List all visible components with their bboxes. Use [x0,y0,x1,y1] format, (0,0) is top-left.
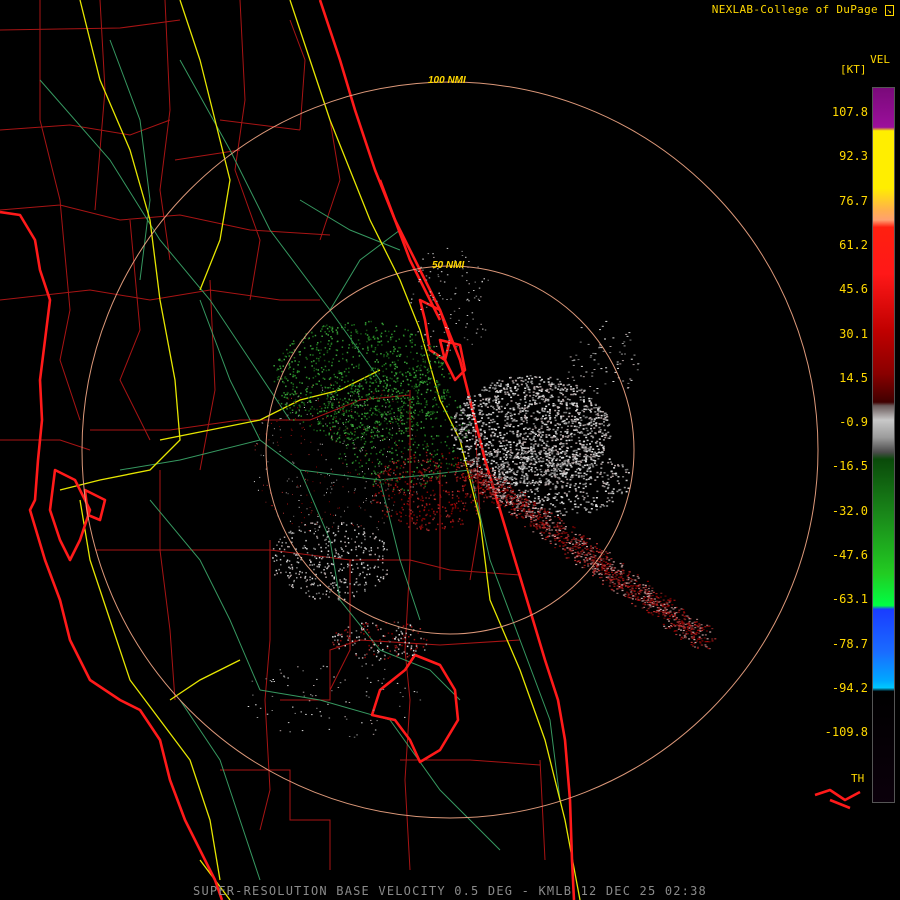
legend-tick-label: -16.5 [831,459,868,474]
legend-tick-label: -47.6 [831,548,868,562]
legend-tick-label: -32.0 [831,503,868,518]
legend-tick-label: -0.9 [839,415,868,430]
credit-text: NEXLAB-College of DuPage [711,3,878,16]
legend-tick-label: -78.7 [831,636,868,651]
legend-tick-label: 61.2 [839,237,868,252]
range-ring-100-label: 100 NMI [428,75,466,86]
legend-tick-label: 14.5 [839,370,868,385]
range-rings [81,81,819,819]
radar-view: 100 NMI 50 NMI NEXLAB-College of DuPage … [0,0,900,900]
highways [59,0,581,900]
radar-map: 100 NMI 50 NMI [0,0,861,900]
product-footer: SUPER-RESOLUTION BASE VELOCITY 0.5 DEG -… [193,884,707,898]
legend-product: VEL [870,53,890,66]
range-ring-100 [81,81,819,819]
range-ring-50-label: 50 NMI [432,260,464,271]
legend-tick-label: -94.2 [831,680,868,695]
secondary-roads [39,39,561,881]
legend-tick-label: 92.3 [839,149,868,164]
legend-tick-label: -109.8 [824,725,868,740]
legend-unit: [KT] [840,63,867,76]
legend-tick-label: 30.1 [839,326,868,341]
legend-tick-label: 107.8 [831,105,868,119]
logo-icon: ↘ [884,5,894,16]
credit-label: NEXLAB-College of DuPage ↘ [712,3,894,16]
velocity-colorbar [872,87,895,803]
range-folded-label: TH [851,772,865,785]
legend-tick-label: -63.1 [831,592,868,607]
legend-tick-label: 45.6 [839,282,868,297]
legend-tick-label: 76.7 [839,193,868,208]
